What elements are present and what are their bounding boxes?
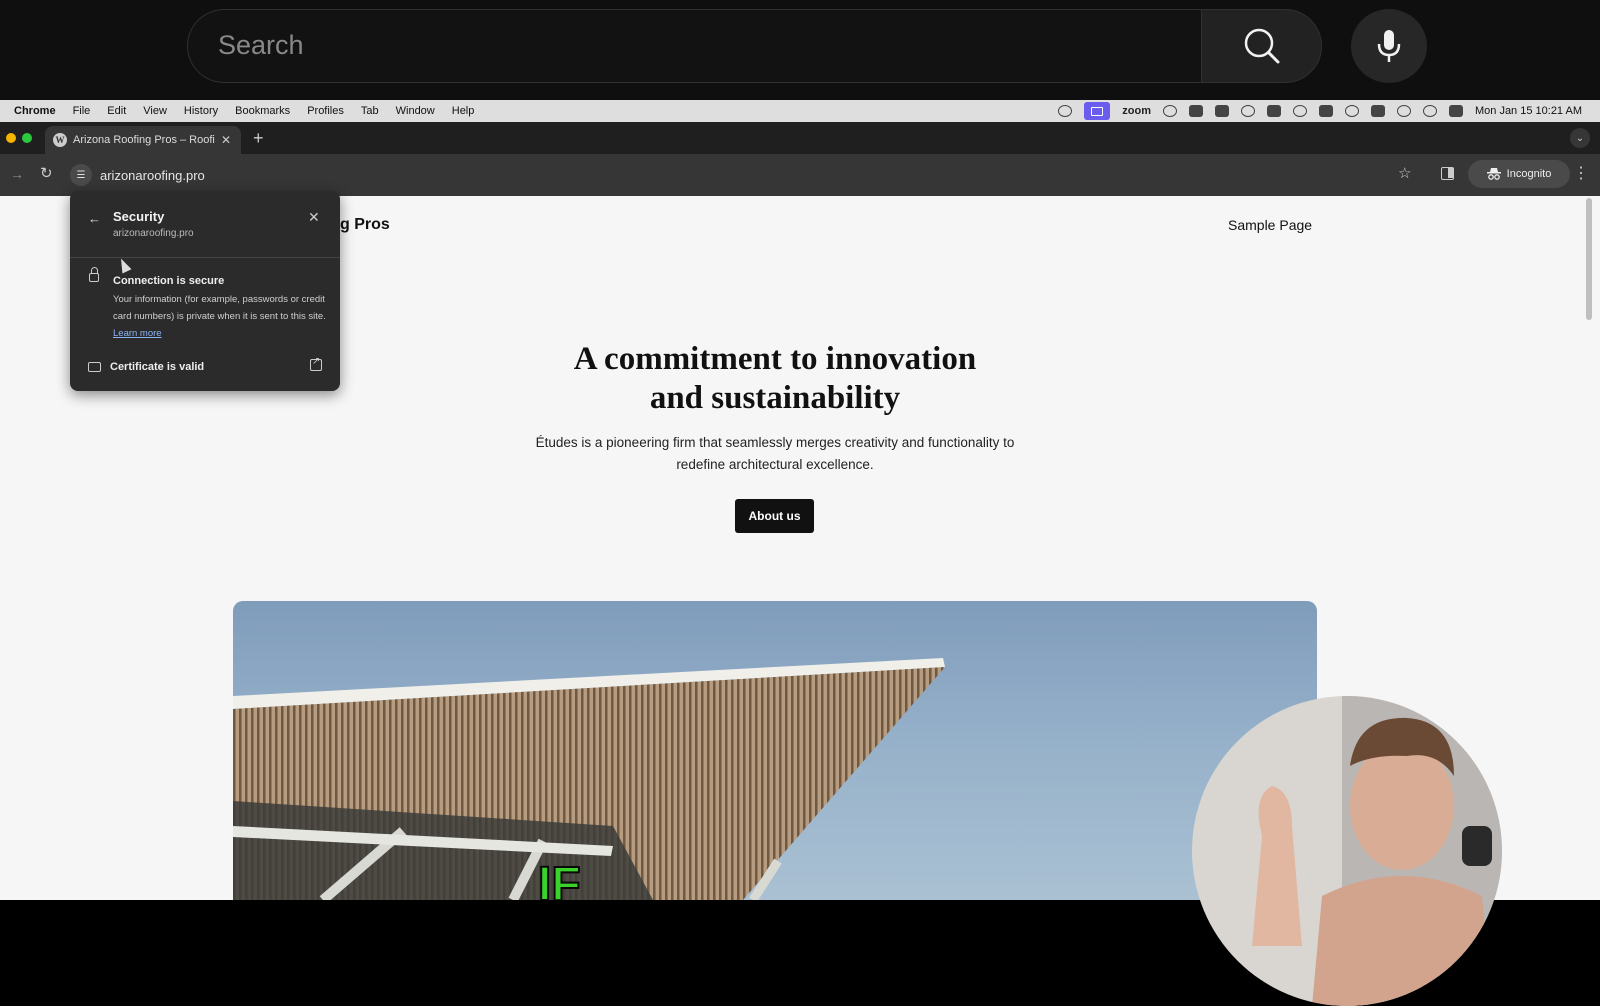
learn-more-link[interactable]: Learn more (113, 328, 162, 339)
more-menu-icon[interactable]: ⋮ (1573, 163, 1589, 183)
lock-icon (89, 267, 99, 282)
browser-toolbar: → ↻ ☰ arizonaroofing.pro ☆ Incognito ⋮ (0, 154, 1600, 196)
tab-title: Arizona Roofing Pros – Roofi (73, 134, 215, 146)
menu-help[interactable]: Help (452, 105, 475, 117)
video-player-top-bar (0, 0, 1600, 100)
play-icon[interactable] (1344, 105, 1359, 117)
voice-search-button[interactable] (1351, 9, 1427, 83)
zoom-status-icon[interactable]: zoom (1122, 105, 1151, 117)
search-icon (1244, 28, 1279, 64)
control-center-icon[interactable] (1448, 105, 1463, 117)
menu-file[interactable]: File (73, 105, 91, 117)
window-minimize-button[interactable] (6, 133, 16, 143)
menu-bookmarks[interactable]: Bookmarks (235, 105, 290, 117)
headline-line-1: A commitment to innovation (573, 341, 977, 377)
popup-close-icon[interactable]: ✕ (308, 209, 320, 226)
hero-lead-text: Études is a pioneering firm that seamles… (535, 435, 1015, 472)
headline-line-2: and sustainability (649, 380, 901, 416)
menu-window[interactable]: Window (396, 105, 435, 117)
video-search-box[interactable] (187, 9, 1201, 83)
popup-title: Security (113, 209, 165, 224)
menu-bar-clock[interactable]: Mon Jan 15 10:21 AM (1475, 105, 1582, 117)
browser-tab-active[interactable]: W Arizona Roofing Pros – Roofi ✕ (45, 126, 241, 154)
popup-domain: arizonaroofing.pro (113, 228, 194, 239)
address-bar[interactable]: ☰ arizonaroofing.pro (70, 161, 1398, 189)
side-panel-icon[interactable] (1441, 167, 1454, 180)
wordpress-favicon-icon: W (53, 133, 67, 147)
bookmark-star-icon[interactable]: ☆ (1398, 164, 1411, 182)
link-icon[interactable] (1240, 105, 1255, 117)
screen-share-icon[interactable] (1084, 102, 1111, 120)
wifi-icon[interactable] (1396, 105, 1411, 117)
sync-icon[interactable] (1058, 105, 1073, 117)
certificate-icon (88, 362, 101, 372)
tab-close-icon[interactable]: ✕ (221, 133, 231, 147)
menu-history[interactable]: History (184, 105, 218, 117)
tab-search-chevron-icon[interactable]: ⌄ (1570, 128, 1590, 148)
hero-headline: A commitment to innovation and sustainab… (460, 340, 1090, 418)
grid-app-icon[interactable] (1266, 105, 1281, 117)
building-illustration: IF (233, 658, 945, 900)
battery-icon[interactable] (1370, 105, 1385, 117)
incognito-indicator[interactable]: Incognito (1468, 160, 1570, 188)
forward-arrow-icon[interactable]: → (10, 166, 24, 182)
address-bar-url[interactable]: arizonaroofing.pro (100, 168, 205, 183)
about-us-button[interactable]: About us (735, 499, 814, 533)
device-icon[interactable] (1318, 105, 1333, 117)
video-search-input[interactable] (218, 30, 1118, 61)
status-menu-area: zoom Mon Jan 15 10:21 AM (1058, 100, 1582, 122)
reload-icon[interactable]: ↻ (40, 164, 53, 182)
back-arrow-icon[interactable]: ← (88, 211, 101, 226)
external-link-icon[interactable] (310, 356, 322, 371)
connection-status: Connection is secure (113, 275, 225, 287)
menu-view[interactable]: View (143, 105, 167, 117)
microphone-icon (1377, 30, 1401, 62)
menu-edit[interactable]: Edit (107, 105, 126, 117)
presenter-figure (1252, 696, 1502, 1006)
site-info-tune-icon[interactable]: ☰ (70, 164, 92, 186)
spotlight-icon[interactable] (1422, 105, 1437, 117)
nav-link-sample-page[interactable]: Sample Page (1228, 217, 1312, 233)
page-scrollbar[interactable] (1586, 198, 1592, 320)
menu-chrome[interactable]: Chrome (14, 105, 56, 117)
certificate-status[interactable]: Certificate is valid (110, 361, 204, 373)
app-menu: Chrome File Edit View History Bookmarks … (14, 105, 491, 117)
cloud-icon[interactable] (1162, 105, 1177, 117)
new-tab-button[interactable]: + (253, 128, 264, 149)
video-caption-fragment: IF (538, 858, 581, 900)
site-security-popup: ← Security arizonaroofing.pro ✕ Connecti… (70, 191, 340, 391)
clipboard-icon[interactable] (1214, 105, 1229, 117)
menu-profiles[interactable]: Profiles (307, 105, 344, 117)
menu-tab[interactable]: Tab (361, 105, 379, 117)
notion-icon[interactable] (1188, 105, 1203, 117)
site-title[interactable]: g Pros (340, 216, 390, 234)
video-search-button[interactable] (1201, 9, 1322, 83)
window-zoom-button[interactable] (22, 133, 32, 143)
incognito-icon (1486, 168, 1501, 180)
browser-tab-strip: W Arizona Roofing Pros – Roofi ✕ + ⌄ (0, 122, 1600, 154)
moon-icon[interactable] (1292, 105, 1307, 117)
macos-menu-bar: Chrome File Edit View History Bookmarks … (0, 100, 1600, 122)
popup-divider (70, 257, 340, 258)
hero-building-image: IF (233, 601, 1317, 900)
connection-description: Your information (for example, passwords… (113, 291, 328, 342)
connection-description-text: Your information (for example, passwords… (113, 294, 326, 322)
presenter-webcam-overlay (1192, 696, 1502, 1006)
incognito-label: Incognito (1506, 168, 1552, 180)
